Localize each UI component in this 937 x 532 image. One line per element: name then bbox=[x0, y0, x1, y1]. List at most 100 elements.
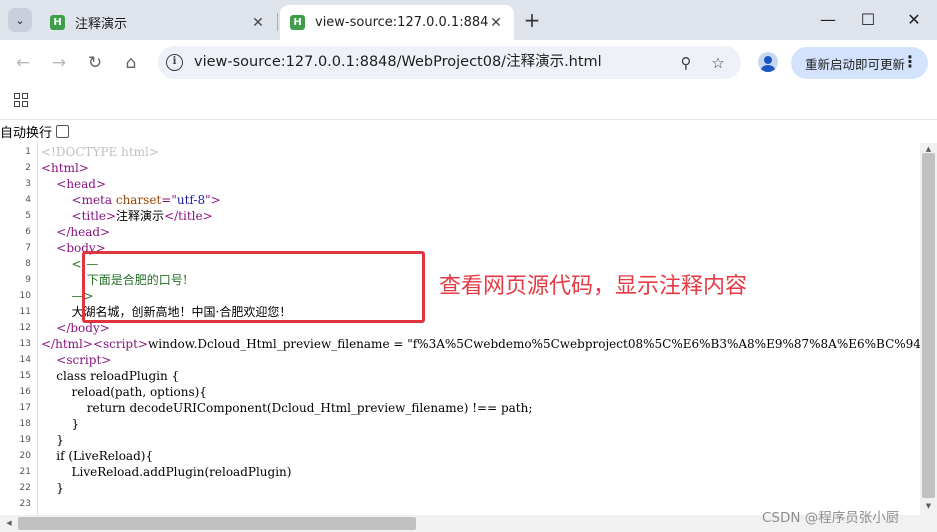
source-line: 5 <title>注释演示</title> bbox=[0, 208, 920, 224]
hbuilder-favicon-icon: H bbox=[290, 15, 305, 30]
line-code: reload(path, options){ bbox=[41, 384, 207, 400]
back-button[interactable]: ← bbox=[10, 50, 36, 76]
line-code: <script> bbox=[41, 352, 111, 368]
code-token: </body> bbox=[56, 321, 110, 335]
horizontal-scrollbar-thumb[interactable] bbox=[18, 517, 416, 530]
line-number: 13 bbox=[19, 339, 31, 349]
scroll-down-icon[interactable]: ▼ bbox=[920, 500, 937, 512]
line-number: 4 bbox=[25, 195, 31, 205]
code-token: reload(path, options){ bbox=[41, 385, 207, 399]
source-line: 14 <script> bbox=[0, 352, 920, 368]
line-code: <!DOCTYPE html> bbox=[41, 144, 159, 160]
code-token: <meta bbox=[71, 193, 116, 207]
zoom-icon[interactable]: ⚲ bbox=[676, 53, 696, 73]
line-number: 18 bbox=[19, 419, 31, 429]
vertical-scrollbar-thumb[interactable] bbox=[922, 153, 935, 498]
code-token: </head> bbox=[56, 225, 111, 239]
forward-button[interactable]: → bbox=[46, 50, 72, 76]
line-number: 3 bbox=[25, 179, 31, 189]
hbuilder-favicon-icon: H bbox=[50, 15, 65, 30]
code-token: <head> bbox=[56, 177, 107, 191]
new-tab-button[interactable]: + bbox=[520, 8, 544, 32]
line-wrap-control: 自动换行 bbox=[0, 121, 70, 141]
annotation-text: 查看网页源代码，显示注释内容 bbox=[439, 274, 748, 299]
line-number: 12 bbox=[19, 323, 31, 333]
line-code: </html><script>window.Dcloud_Html_previe… bbox=[41, 336, 920, 352]
code-token: </html> bbox=[41, 337, 93, 351]
reload-button[interactable]: ↻ bbox=[82, 50, 108, 76]
line-code: return decodeURIComponent(Dcloud_Html_pr… bbox=[41, 400, 533, 416]
bookmark-star-icon[interactable]: ☆ bbox=[708, 53, 728, 73]
comment-highlight-box bbox=[82, 251, 425, 323]
tab-search-button[interactable]: ⌄ bbox=[8, 8, 32, 32]
code-token: } bbox=[41, 481, 64, 495]
code-token: return decodeURIComponent(Dcloud_Html_pr… bbox=[41, 401, 533, 415]
apps-grid-icon[interactable] bbox=[14, 93, 28, 107]
window-close-button[interactable]: ✕ bbox=[894, 6, 934, 34]
line-number: 20 bbox=[19, 451, 31, 461]
source-line: 6 </head> bbox=[0, 224, 920, 240]
line-number: 17 bbox=[19, 403, 31, 413]
line-number: 14 bbox=[19, 355, 31, 365]
line-number: 9 bbox=[25, 275, 31, 285]
line-number: 15 bbox=[19, 371, 31, 381]
line-number: 23 bbox=[19, 499, 31, 509]
line-code: </head> bbox=[41, 224, 110, 240]
line-number: 5 bbox=[25, 211, 31, 221]
code-token: if (LiveReload){ bbox=[41, 449, 154, 463]
source-line: 19 } bbox=[0, 432, 920, 448]
source-line: 13 </html><script>window.Dcloud_Html_prev… bbox=[0, 336, 920, 352]
line-number: 10 bbox=[19, 291, 31, 301]
close-icon[interactable]: ✕ bbox=[488, 15, 504, 31]
profile-avatar-icon[interactable] bbox=[758, 52, 778, 72]
source-line: 15 class reloadPlugin { bbox=[0, 368, 920, 384]
source-line: 1 <!DOCTYPE html> bbox=[0, 144, 920, 160]
maximize-button[interactable]: ☐ bbox=[848, 6, 888, 34]
line-number: 16 bbox=[19, 387, 31, 397]
tab-inactive[interactable]: H 注释演示 ✕ bbox=[40, 5, 276, 40]
code-token: charset bbox=[115, 193, 162, 207]
code-token: class reloadPlugin { bbox=[41, 369, 180, 383]
code-token: LiveReload.addPlugin(reloadPlugin) bbox=[41, 465, 292, 479]
code-token: window.Dcloud_Html_preview_filename = "f… bbox=[148, 337, 920, 351]
source-line: 18 } bbox=[0, 416, 920, 432]
address-bar[interactable]: i view-source:127.0.0.1:8848/WebProject0… bbox=[158, 46, 741, 79]
update-relaunch-button[interactable]: 重新启动即可更新 ⋮ bbox=[791, 47, 928, 79]
line-code: <html> bbox=[41, 160, 89, 176]
menu-dots-icon[interactable]: ⋮ bbox=[902, 47, 918, 77]
update-label: 重新启动即可更新 bbox=[805, 56, 906, 72]
line-number: 7 bbox=[25, 243, 31, 253]
code-token: utf-8 bbox=[176, 193, 206, 207]
line-wrap-checkbox[interactable] bbox=[56, 124, 70, 138]
minimize-button[interactable]: — bbox=[808, 6, 848, 34]
chevron-down-icon: ⌄ bbox=[15, 13, 25, 27]
code-token: =" bbox=[161, 193, 177, 207]
tab-active[interactable]: H view-source:127.0.0.1:8848/W ✕ bbox=[280, 5, 514, 40]
home-button[interactable]: ⌂ bbox=[118, 50, 144, 76]
line-code: } bbox=[41, 432, 64, 448]
code-token: <script> bbox=[92, 337, 148, 351]
source-line: 3 <head> bbox=[0, 176, 920, 192]
line-number: 11 bbox=[19, 307, 31, 317]
code-token: 注释演示 bbox=[116, 209, 165, 223]
toolbar-divider bbox=[0, 119, 937, 120]
info-icon[interactable]: i bbox=[166, 54, 183, 71]
source-line: 16 reload(path, options){ bbox=[0, 384, 920, 400]
address-url[interactable]: view-source:127.0.0.1:8848/WebProject08/… bbox=[194, 46, 602, 79]
code-token: <html> bbox=[41, 161, 89, 175]
close-icon[interactable]: ✕ bbox=[250, 15, 266, 31]
line-number: 1 bbox=[25, 147, 31, 157]
tab-separator bbox=[277, 13, 278, 31]
line-code: class reloadPlugin { bbox=[41, 368, 179, 384]
source-line: 2 <html> bbox=[0, 160, 920, 176]
scroll-left-icon[interactable]: ◀ bbox=[2, 517, 16, 530]
line-code: LiveReload.addPlugin(reloadPlugin) bbox=[41, 464, 292, 480]
bookmarks-bar bbox=[0, 85, 937, 119]
